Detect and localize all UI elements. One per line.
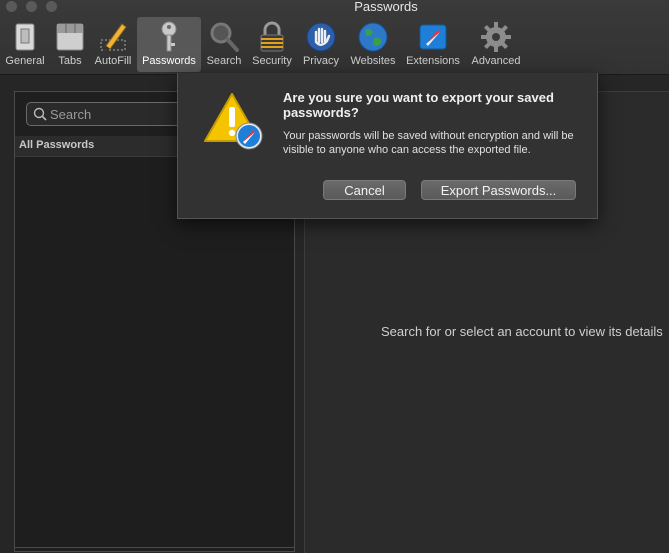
key-icon	[161, 21, 177, 52]
padlock-icon	[260, 21, 284, 52]
toolbar-websites[interactable]: Websites	[346, 17, 400, 72]
toolbar-security[interactable]: Security	[248, 17, 296, 72]
toolbar-passwords[interactable]: Passwords	[137, 17, 201, 72]
dialog-title: Are you sure you want to export your sav…	[283, 90, 554, 120]
toolbar-advanced[interactable]: Advanced	[466, 17, 526, 72]
hand-icon	[306, 22, 336, 52]
general-switch-icon	[15, 23, 35, 51]
toolbar-autofill[interactable]: AutoFill	[92, 17, 134, 72]
search-icon	[33, 107, 47, 121]
cancel-button[interactable]: Cancel	[323, 180, 406, 200]
dialog-message: Your passwords will be saved without enc…	[283, 130, 574, 156]
globe-icon	[358, 22, 388, 52]
toolbar-extensions[interactable]: Extensions	[403, 17, 463, 72]
gear-icon	[481, 22, 511, 52]
all-passwords-label: All Passwords	[19, 139, 95, 151]
empty-detail-hint: Search for or select an account to view …	[381, 324, 663, 339]
tabs-icon	[56, 23, 84, 51]
toolbar-search[interactable]: Search	[203, 17, 245, 72]
window-titlebar: Passwords General Tabs AutoFill Password…	[0, 0, 669, 75]
toolbar-general[interactable]: General	[2, 17, 48, 72]
magnifier-icon	[210, 22, 239, 52]
toolbar-privacy[interactable]: Privacy	[299, 17, 343, 72]
puzzle-compass-icon	[419, 24, 447, 50]
warning-safari-icon	[204, 93, 263, 150]
export-passwords-button[interactable]: Export Passwords...	[421, 180, 576, 200]
autofill-pencil-icon	[100, 23, 127, 51]
export-passwords-dialog: Are you sure you want to export your sav…	[177, 73, 598, 219]
window-title: Passwords	[354, 0, 418, 14]
toolbar-tabs[interactable]: Tabs	[50, 17, 90, 72]
list-footer	[15, 547, 294, 551]
